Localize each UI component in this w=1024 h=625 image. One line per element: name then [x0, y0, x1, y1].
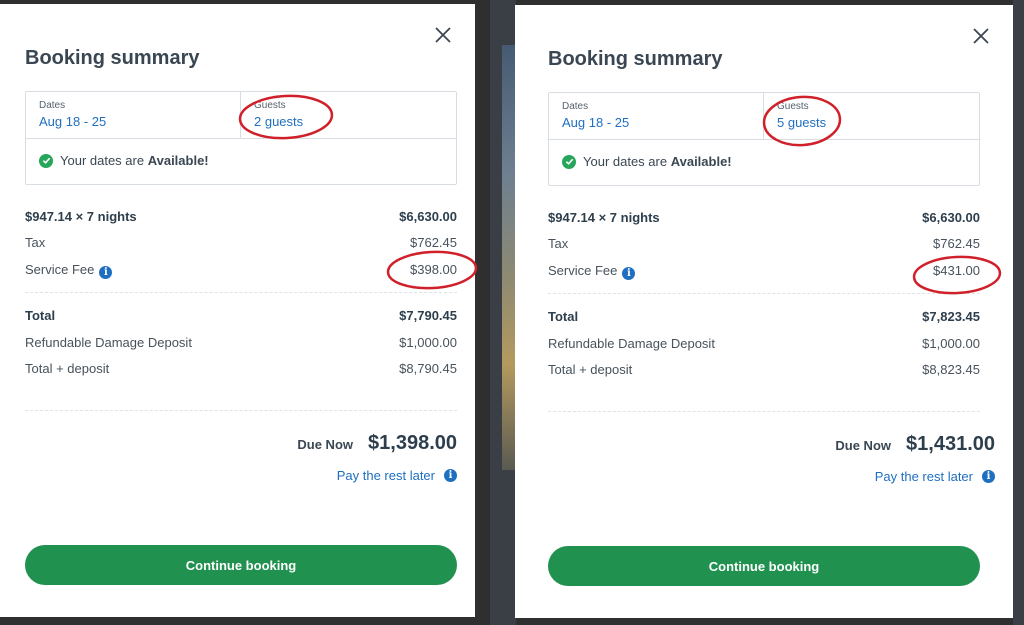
info-icon[interactable]: i — [622, 267, 636, 280]
booking-summary-modal-right: Booking summary Dates Aug 18 - 25 Guests… — [515, 5, 1013, 618]
nights-row: $947.14 × 7 nights $6,630.00 — [548, 210, 980, 225]
close-icon[interactable] — [434, 26, 452, 44]
due-now-amount: $1,398.00 — [368, 432, 457, 454]
info-icon[interactable]: i — [99, 266, 113, 279]
due-now-label: Due Now — [297, 437, 354, 452]
total-value: $7,823.45 — [922, 309, 980, 324]
total-deposit-row: Total + deposit $8,790.45 — [25, 361, 457, 376]
continue-booking-button[interactable]: Continue booking — [25, 545, 457, 585]
nights-value: $6,630.00 — [399, 209, 457, 224]
deposit-value: $1,000.00 — [922, 336, 980, 351]
deposit-value: $1,000.00 — [399, 335, 457, 350]
total-row: Total $7,823.45 — [548, 309, 980, 324]
nights-value: $6,630.00 — [922, 210, 980, 225]
service-fee-row: Service Fee i $398.00 — [25, 262, 457, 279]
divider — [25, 292, 457, 293]
guests-label: Guests — [254, 100, 286, 111]
deposit-row: Refundable Damage Deposit $1,000.00 — [25, 335, 457, 350]
pay-later-link[interactable]: Pay the rest later i — [875, 469, 995, 484]
dates-label: Dates — [39, 100, 66, 111]
total-deposit-value: $8,823.45 — [922, 362, 980, 377]
info-icon[interactable]: i — [982, 470, 995, 483]
pay-later-label[interactable]: Pay the rest later — [875, 469, 973, 484]
nights-label: $947.14 × 7 nights — [25, 209, 137, 224]
service-fee-label: Service Fee — [548, 263, 618, 278]
availability-status: Available! — [670, 154, 732, 169]
nights-row: $947.14 × 7 nights $6,630.00 — [25, 209, 457, 224]
tax-value: $762.45 — [933, 236, 980, 251]
availability-prefix: Your dates are — [583, 154, 671, 169]
total-value: $7,790.45 — [399, 308, 457, 323]
tax-row: Tax $762.45 — [25, 235, 457, 250]
service-fee-value: $431.00 — [933, 263, 980, 278]
total-row: Total $7,790.45 — [25, 308, 457, 323]
close-icon[interactable] — [972, 27, 990, 45]
due-now-amount: $1,431.00 — [906, 433, 995, 455]
due-now: Due Now $1,431.00 — [835, 433, 995, 456]
deposit-row: Refundable Damage Deposit $1,000.00 — [548, 336, 980, 351]
service-fee-label: Service Fee — [25, 262, 95, 277]
total-deposit-label: Total + deposit — [25, 361, 110, 376]
pay-later-link[interactable]: Pay the rest later i — [337, 468, 457, 483]
pay-later-label[interactable]: Pay the rest later — [337, 468, 435, 483]
deposit-label: Refundable Damage Deposit — [548, 336, 715, 351]
continue-booking-button[interactable]: Continue booking — [548, 546, 980, 586]
service-fee-row: Service Fee i $431.00 — [548, 263, 980, 280]
availability-message: Your dates are Available! — [562, 154, 732, 169]
total-deposit-row: Total + deposit $8,823.45 — [548, 362, 980, 377]
dates-value[interactable]: Aug 18 - 25 — [39, 114, 227, 129]
booking-details-box: Dates Aug 18 - 25 Guests 5 guests Your d… — [548, 92, 980, 186]
dates-field[interactable]: Dates Aug 18 - 25 — [26, 92, 241, 139]
divider — [548, 293, 980, 294]
service-fee-value: $398.00 — [410, 262, 457, 277]
total-label: Total — [548, 309, 579, 324]
dates-label: Dates — [562, 101, 589, 112]
availability-message: Your dates are Available! — [39, 153, 209, 168]
guests-field[interactable]: Guests 5 guests — [764, 93, 979, 140]
availability-status: Available! — [147, 153, 209, 168]
due-now-label: Due Now — [835, 438, 892, 453]
dates-value[interactable]: Aug 18 - 25 — [562, 115, 750, 130]
guests-label: Guests — [777, 101, 809, 112]
booking-details-box: Dates Aug 18 - 25 Guests 2 guests Your d… — [25, 91, 457, 185]
guests-field[interactable]: Guests 2 guests — [241, 92, 456, 139]
check-circle-icon — [39, 153, 53, 168]
booking-summary-modal-left: Booking summary Dates Aug 18 - 25 Guests… — [0, 4, 475, 617]
tax-value: $762.45 — [410, 235, 457, 250]
tax-row: Tax $762.45 — [548, 236, 980, 251]
background-page-edge — [1013, 0, 1024, 625]
nights-label: $947.14 × 7 nights — [548, 210, 660, 225]
background-photo — [502, 45, 516, 470]
divider — [548, 411, 980, 412]
modal-title: Booking summary — [548, 48, 723, 70]
total-label: Total — [25, 308, 56, 323]
modal-title: Booking summary — [25, 47, 200, 69]
check-circle-icon — [562, 154, 576, 169]
divider — [25, 410, 457, 411]
tax-label: Tax — [25, 235, 46, 250]
guests-value[interactable]: 2 guests — [254, 114, 443, 129]
total-deposit-value: $8,790.45 — [399, 361, 457, 376]
guests-value[interactable]: 5 guests — [777, 115, 966, 130]
due-now: Due Now $1,398.00 — [297, 432, 457, 455]
info-icon[interactable]: i — [444, 469, 457, 482]
availability-prefix: Your dates are — [60, 153, 148, 168]
tax-label: Tax — [548, 236, 569, 251]
background-page — [490, 0, 516, 625]
dates-field[interactable]: Dates Aug 18 - 25 — [549, 93, 764, 140]
deposit-label: Refundable Damage Deposit — [25, 335, 192, 350]
total-deposit-label: Total + deposit — [548, 362, 633, 377]
